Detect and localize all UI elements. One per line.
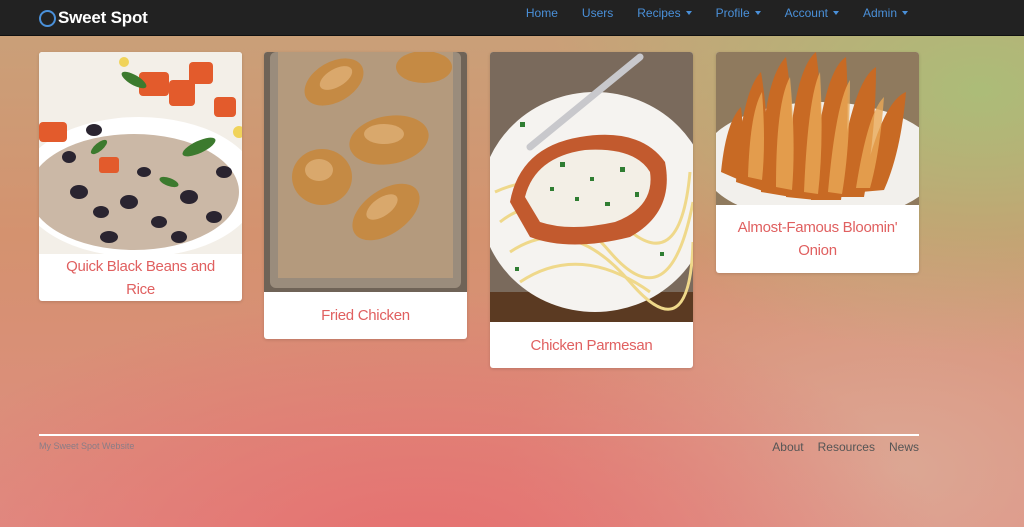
- footer-links: About Resources News: [758, 440, 919, 454]
- recipe-image-chicken-parmesan: [490, 52, 693, 322]
- recipe-card-fried-chicken[interactable]: Fried Chicken: [264, 52, 467, 339]
- recipe-card-chicken-parmesan[interactable]: Chicken Parmesan: [490, 52, 693, 368]
- recipe-image-black-beans-rice: [39, 52, 242, 254]
- nav-users[interactable]: Users: [558, 0, 613, 26]
- nav-admin-label: Admin: [862, 6, 897, 20]
- recipe-card-bloomin-onion[interactable]: Almost-Famous Bloomin' Onion: [716, 52, 919, 273]
- footer-link-news[interactable]: News: [889, 440, 919, 454]
- nav-users-label: Users: [581, 6, 614, 20]
- nav-home[interactable]: Home: [502, 0, 558, 26]
- circle-logo-icon: [39, 9, 56, 27]
- footer-divider: [39, 434, 919, 436]
- footer-link-about[interactable]: About: [772, 440, 803, 454]
- navbar: Sweet Spot Home Users Recipes Profile Ac…: [0, 0, 1024, 36]
- recipe-image-bloomin-onion: [716, 52, 919, 205]
- footer-brand: My Sweet Spot Website: [39, 441, 135, 451]
- nav-home-label: Home: [525, 6, 558, 20]
- nav-profile-label: Profile: [715, 6, 750, 20]
- nav-recipes-label: Recipes: [637, 6, 681, 20]
- recipe-title[interactable]: Chicken Parmesan: [490, 322, 693, 368]
- brand-link[interactable]: Sweet Spot: [39, 7, 148, 29]
- nav-account-label: Account: [784, 6, 828, 20]
- brand-name: Sweet Spot: [58, 8, 148, 27]
- nav-account-dropdown[interactable]: Account: [761, 0, 839, 26]
- nav-recipes-dropdown[interactable]: Recipes: [613, 0, 692, 26]
- recipe-title[interactable]: Quick Black Beans and Rice: [39, 254, 242, 301]
- nav-links: Home Users Recipes Profile Account Admin: [502, 0, 908, 26]
- nav-admin-dropdown[interactable]: Admin: [839, 0, 908, 26]
- footer-link-resources[interactable]: Resources: [818, 440, 875, 454]
- nav-profile-dropdown[interactable]: Profile: [692, 0, 761, 26]
- caret-down-icon: [902, 11, 908, 15]
- recipe-title[interactable]: Fried Chicken: [264, 292, 467, 339]
- recipe-card-black-beans-rice[interactable]: Quick Black Beans and Rice: [39, 52, 242, 301]
- recipe-image-fried-chicken: [264, 52, 467, 292]
- recipe-title[interactable]: Almost-Famous Bloomin' Onion: [716, 205, 919, 273]
